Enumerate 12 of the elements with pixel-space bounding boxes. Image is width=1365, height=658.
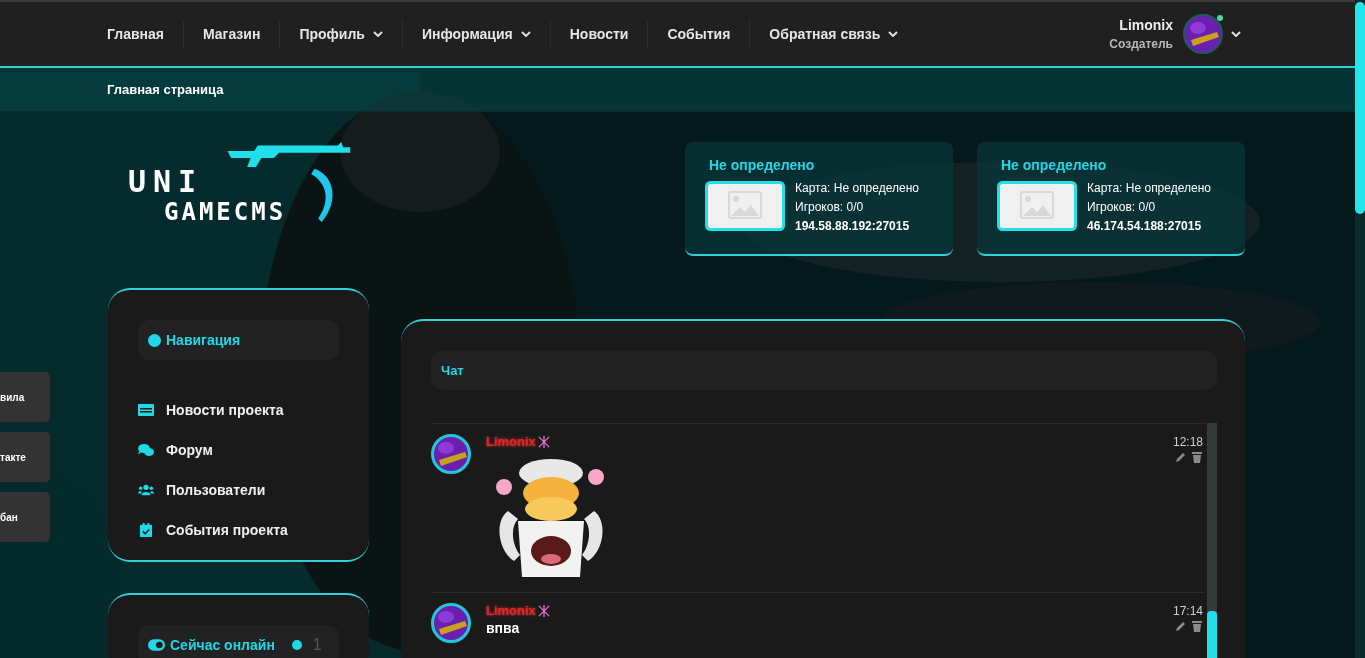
scrollbar[interactable] — [1355, 0, 1365, 658]
user-name: Limonix — [1119, 17, 1173, 33]
menu-link[interactable]: События — [667, 26, 731, 42]
menu-link[interactable]: Профиль — [299, 26, 383, 42]
avatar-icon[interactable] — [1183, 14, 1223, 54]
menu-link[interactable]: Магазин — [202, 26, 261, 42]
chevron-icon[interactable] — [1231, 31, 1241, 37]
menu-link[interactable]: Новости — [569, 26, 629, 42]
menu-link[interactable]: Главная — [107, 26, 164, 42]
user-role: Создатель — [1109, 37, 1173, 51]
menu-link[interactable]: Обратная связь — [769, 26, 899, 42]
menu-link[interactable]: Информация — [421, 26, 531, 42]
